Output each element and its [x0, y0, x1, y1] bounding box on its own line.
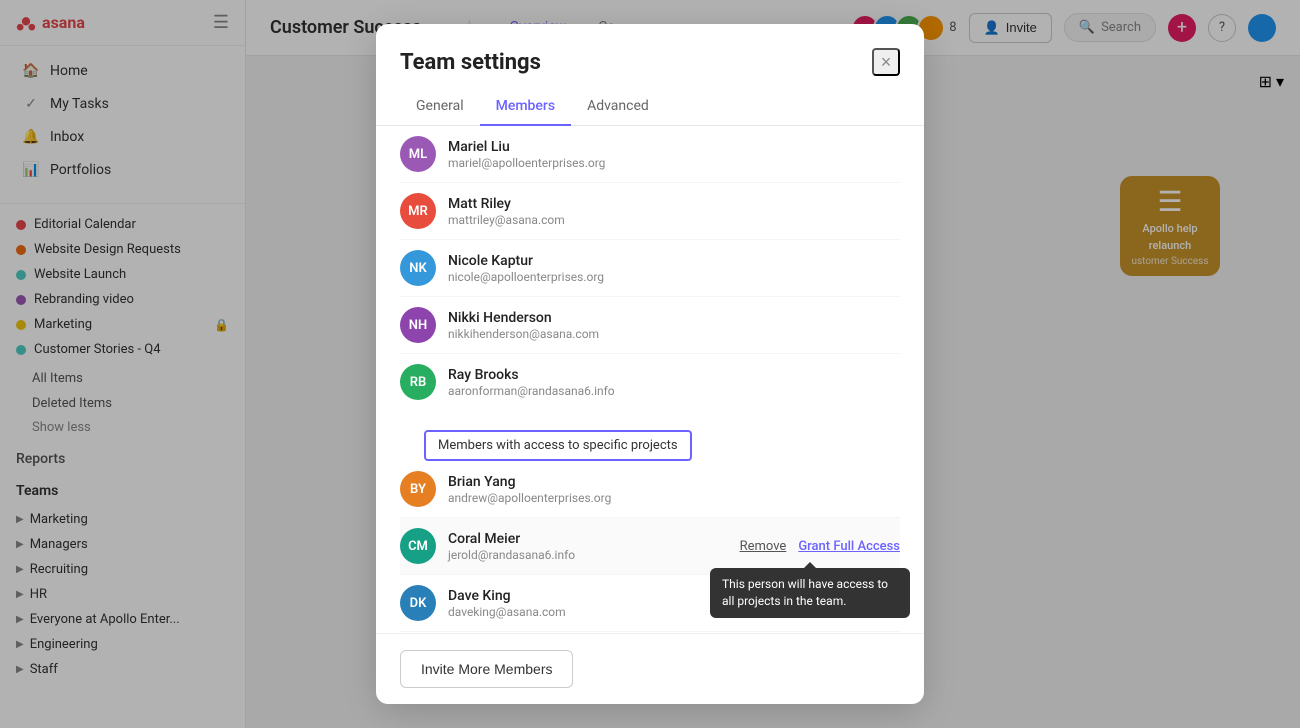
- member-row-coral: CM Coral Meier jerold@randasana6.info Re…: [400, 518, 900, 575]
- member-email: mattriley@asana.com: [448, 213, 900, 227]
- member-avatar: ML: [400, 136, 436, 172]
- member-row: ML Mariel Liu mariel@apolloenterprises.o…: [400, 126, 900, 183]
- tab-members[interactable]: Members: [480, 88, 571, 126]
- member-row: MR Matt Riley mattriley@asana.com: [400, 183, 900, 240]
- partial-members-list: BY Brian Yang andrew@apolloenterprises.o…: [376, 461, 924, 633]
- member-email: aaronforman@randasana6.info: [448, 384, 900, 398]
- member-name: Ray Brooks: [448, 367, 900, 383]
- member-avatar: CM: [400, 528, 436, 564]
- member-info: Coral Meier jerold@randasana6.info: [448, 531, 728, 562]
- dialog-body: ML Mariel Liu mariel@apolloenterprises.o…: [376, 126, 924, 633]
- team-settings-dialog: Team settings × General Members Advanced…: [376, 24, 924, 704]
- member-email: jerold@randasana6.info: [448, 548, 728, 562]
- member-info: Brian Yang andrew@apolloenterprises.org: [448, 474, 900, 505]
- member-info: Nicole Kaptur nicole@apolloenterprises.o…: [448, 253, 900, 284]
- member-info: Ray Brooks aaronforman@randasana6.info: [448, 367, 900, 398]
- member-row: BY Brian Yang andrew@apolloenterprises.o…: [400, 461, 900, 518]
- member-name: Matt Riley: [448, 196, 900, 212]
- member-row: NH Nikki Henderson nikkihenderson@asana.…: [400, 297, 900, 354]
- member-info: Mariel Liu mariel@apolloenterprises.org: [448, 139, 900, 170]
- remove-button[interactable]: Remove: [740, 539, 787, 554]
- grant-full-access-button[interactable]: Grant Full Access: [798, 539, 900, 554]
- member-email: nikkihenderson@asana.com: [448, 327, 900, 341]
- tab-general[interactable]: General: [400, 88, 480, 126]
- full-members-list: ML Mariel Liu mariel@apolloenterprises.o…: [376, 126, 924, 410]
- member-info: Matt Riley mattriley@asana.com: [448, 196, 900, 227]
- tooltip: This person will have access to all proj…: [710, 568, 910, 618]
- member-avatar: NK: [400, 250, 436, 286]
- member-name: Mariel Liu: [448, 139, 900, 155]
- member-email: nicole@apolloenterprises.org: [448, 270, 900, 284]
- member-avatar: DK: [400, 585, 436, 621]
- member-email: andrew@apolloenterprises.org: [448, 491, 900, 505]
- member-row: RB Ray Brooks aaronforman@randasana6.inf…: [400, 354, 900, 410]
- member-avatar: NH: [400, 307, 436, 343]
- member-name: Nicole Kaptur: [448, 253, 900, 269]
- member-actions: Remove Grant Full Access: [740, 539, 900, 554]
- member-avatar: RB: [400, 364, 436, 400]
- member-name: Nikki Henderson: [448, 310, 900, 326]
- member-info: Nikki Henderson nikkihenderson@asana.com: [448, 310, 900, 341]
- member-name: Coral Meier: [448, 531, 728, 547]
- dialog-tabs: General Members Advanced: [376, 88, 924, 126]
- member-name: Brian Yang: [448, 474, 900, 490]
- invite-more-members-button[interactable]: Invite More Members: [400, 650, 573, 688]
- member-avatar: MR: [400, 193, 436, 229]
- close-button[interactable]: ×: [872, 48, 900, 76]
- member-avatar: BY: [400, 471, 436, 507]
- member-row: NK Nicole Kaptur nicole@apolloenterprise…: [400, 240, 900, 297]
- dialog-footer: Invite More Members: [376, 633, 924, 704]
- tab-advanced[interactable]: Advanced: [571, 88, 665, 126]
- dialog-title: Team settings: [400, 50, 541, 75]
- member-row: JS Jane Smith trish@randasana6.info: [400, 632, 900, 633]
- dialog-header: Team settings ×: [376, 24, 924, 76]
- section-label-container: Members with access to specific projects: [376, 410, 924, 461]
- member-email: mariel@apolloenterprises.org: [448, 156, 900, 170]
- section-label: Members with access to specific projects: [424, 430, 692, 461]
- dialog-backdrop: Team settings × General Members Advanced…: [0, 0, 1300, 728]
